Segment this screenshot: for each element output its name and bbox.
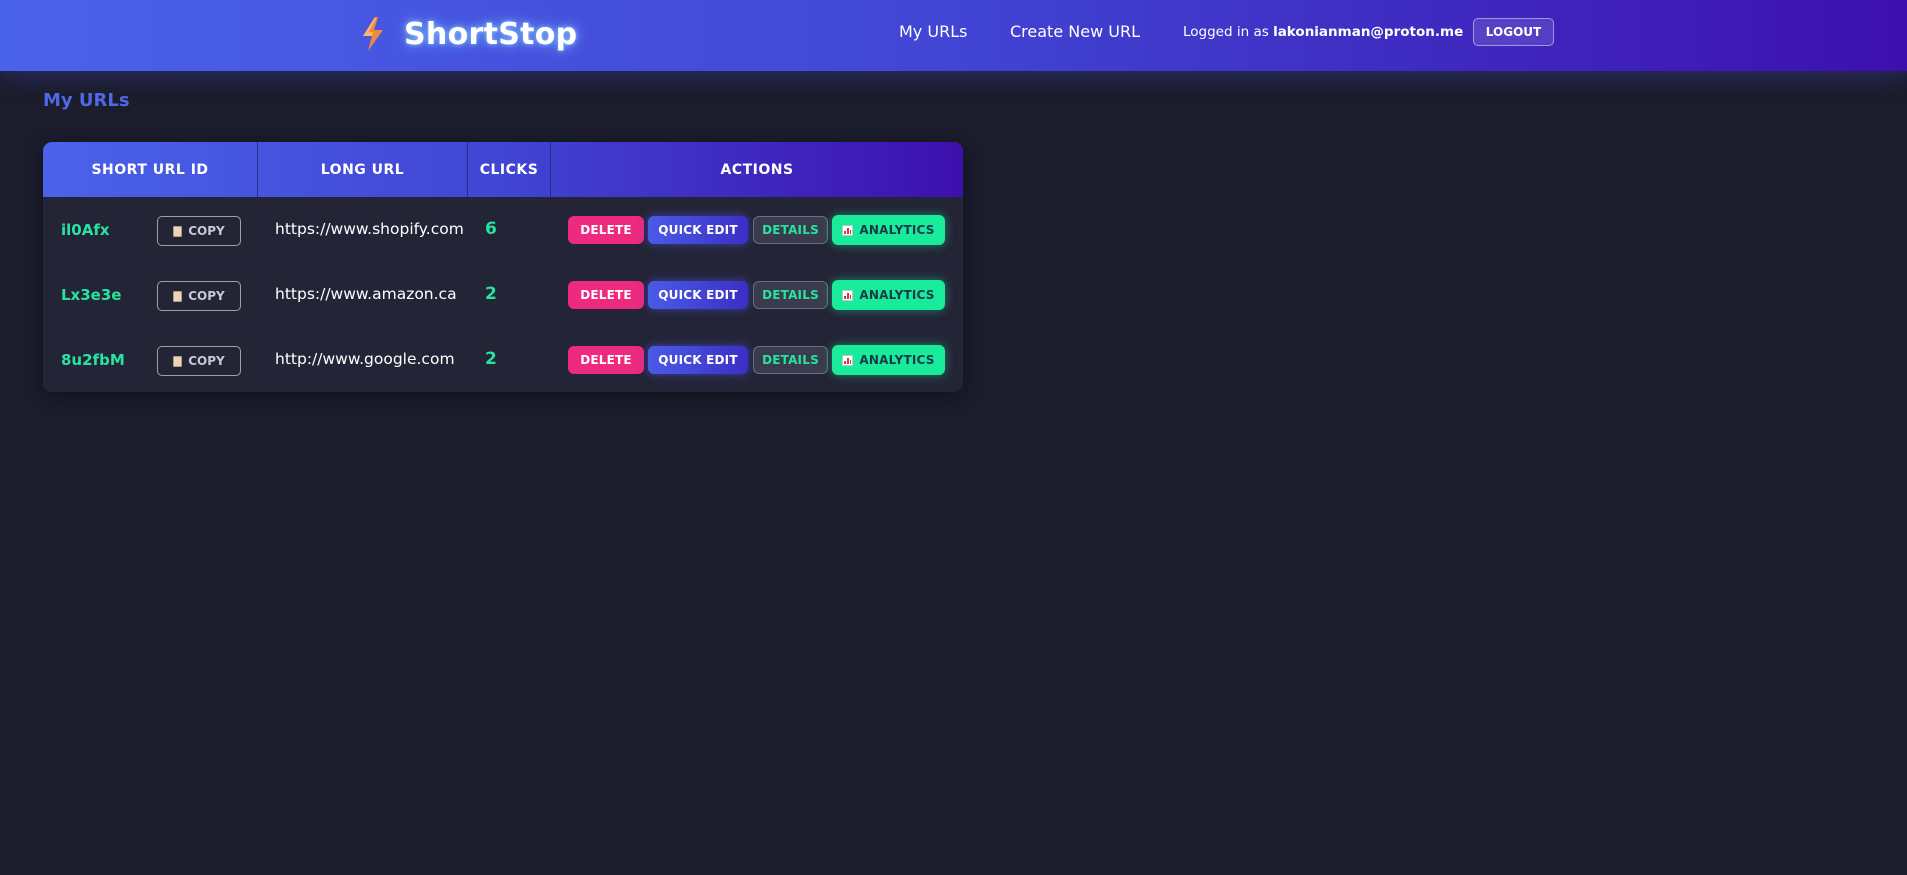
long-url: http://www.google.com	[275, 350, 455, 368]
short-url-id[interactable]: il0Afx	[61, 221, 110, 239]
header-short-url-id: SHORT URL ID	[91, 161, 209, 178]
click-count: 6	[485, 219, 497, 239]
clipboard-icon	[173, 225, 183, 237]
copy-button[interactable]: COPY	[157, 216, 241, 246]
table-row: il0Afx COPY https://www.shopify.com 6 DE…	[43, 197, 963, 262]
copy-label: COPY	[188, 289, 225, 303]
clipboard-icon	[173, 290, 183, 302]
nav-create-url-link[interactable]: Create New URL	[1010, 22, 1140, 41]
clipboard-icon	[173, 355, 183, 367]
user-email: lakonianman@proton.me	[1273, 24, 1464, 40]
short-url-id[interactable]: Lx3e3e	[61, 286, 121, 304]
lightning-bolt-icon	[363, 17, 383, 51]
header-actions: ACTIONS	[550, 142, 963, 197]
table-row: 8u2fbM COPY http://www.google.com 2 DELE…	[43, 327, 963, 392]
brand-name: ShortStop	[404, 16, 578, 52]
copy-label: COPY	[188, 224, 225, 238]
quick-edit-button[interactable]: QUICK EDIT	[648, 216, 748, 244]
header-clicks: CLICKS	[467, 142, 550, 197]
urls-table: SHORT URL ID LONG URL CLICKS ACTIONS il0…	[43, 142, 963, 392]
logout-button[interactable]: LOGOUT	[1473, 18, 1554, 46]
brand-logo[interactable]: ShortStop	[360, 14, 577, 54]
logged-in-prefix: Logged in as	[1183, 24, 1269, 40]
nav-my-urls-link[interactable]: My URLs	[899, 22, 967, 41]
analytics-button[interactable]: ANALYTICS	[832, 345, 945, 375]
analytics-label: ANALYTICS	[859, 353, 935, 367]
page-title: My URLs	[43, 90, 130, 111]
table-header: SHORT URL ID LONG URL CLICKS ACTIONS	[43, 142, 963, 197]
analytics-label: ANALYTICS	[859, 223, 935, 237]
bar-chart-icon	[842, 224, 854, 236]
delete-button[interactable]: DELETE	[568, 216, 644, 244]
top-navbar: ShortStop My URLs Create New URL Logged …	[0, 0, 1907, 71]
delete-button[interactable]: DELETE	[568, 281, 644, 309]
details-button[interactable]: DETAILS	[753, 281, 828, 309]
click-count: 2	[485, 284, 497, 304]
short-url-id[interactable]: 8u2fbM	[61, 351, 125, 369]
click-count: 2	[485, 349, 497, 369]
copy-button[interactable]: COPY	[157, 346, 241, 376]
login-status: Logged in as lakonianman@proton.me	[1183, 24, 1463, 40]
analytics-button[interactable]: ANALYTICS	[832, 280, 945, 310]
copy-button[interactable]: COPY	[157, 281, 241, 311]
details-button[interactable]: DETAILS	[753, 216, 828, 244]
analytics-button[interactable]: ANALYTICS	[832, 215, 945, 245]
quick-edit-button[interactable]: QUICK EDIT	[648, 346, 748, 374]
copy-label: COPY	[188, 354, 225, 368]
analytics-label: ANALYTICS	[859, 288, 935, 302]
long-url: https://www.amazon.ca	[275, 285, 457, 303]
details-button[interactable]: DETAILS	[753, 346, 828, 374]
header-long-url: LONG URL	[257, 142, 467, 197]
long-url: https://www.shopify.com	[275, 220, 464, 238]
bar-chart-icon	[842, 354, 854, 366]
bar-chart-icon	[842, 289, 854, 301]
delete-button[interactable]: DELETE	[568, 346, 644, 374]
quick-edit-button[interactable]: QUICK EDIT	[648, 281, 748, 309]
table-row: Lx3e3e COPY https://www.amazon.ca 2 DELE…	[43, 262, 963, 327]
